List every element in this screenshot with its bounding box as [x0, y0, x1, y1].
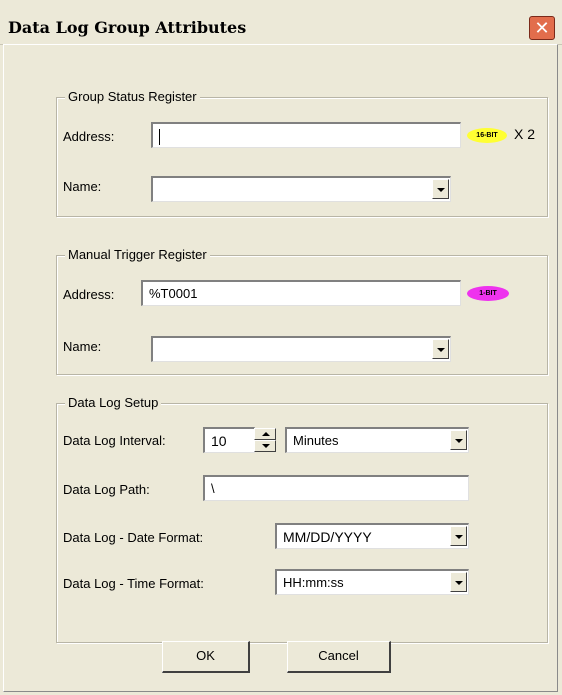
title-bar: Data Log Group Attributes ✕	[0, 0, 562, 45]
manual-trigger-legend: Manual Trigger Register	[65, 247, 210, 262]
manual-trigger-name-label: Name:	[63, 339, 102, 354]
dialog-body: Group Status Register Address: 16-BIT X …	[3, 44, 558, 692]
chevron-down-icon	[455, 581, 463, 585]
group-status-address-label: Address:	[63, 129, 115, 144]
dropdown-button[interactable]	[432, 339, 449, 359]
close-icon: ✕	[534, 18, 550, 38]
date-format-label: Data Log - Date Format:	[63, 530, 204, 545]
1-bit-badge: 1-BIT	[467, 286, 509, 301]
group-status-name-label: Name:	[63, 179, 102, 194]
chevron-down-icon	[437, 348, 445, 352]
group-status-register-groupbox: Group Status Register Address: 16-BIT X …	[56, 89, 548, 217]
interval-label: Data Log Interval:	[63, 433, 166, 448]
dropdown-button[interactable]	[450, 526, 467, 546]
multiplier-label: X 2	[514, 126, 536, 142]
date-format-select[interactable]: MM/DD/YYYY	[275, 523, 469, 549]
ok-button[interactable]: OK	[162, 641, 250, 673]
manual-trigger-register-groupbox: Manual Trigger Register Address: %T0001 …	[56, 247, 548, 375]
group-status-legend: Group Status Register	[65, 89, 200, 104]
path-label: Data Log Path:	[63, 482, 150, 497]
close-button[interactable]: ✕	[529, 16, 555, 40]
dropdown-button[interactable]	[450, 430, 467, 450]
interval-unit-select[interactable]: Minutes	[285, 427, 469, 453]
dropdown-button[interactable]	[432, 179, 449, 199]
spin-down-button[interactable]	[254, 440, 276, 452]
arrow-up-icon	[262, 432, 270, 436]
time-format-select[interactable]: HH:mm:ss	[275, 569, 469, 595]
path-input[interactable]: \	[203, 475, 469, 501]
group-status-address-input[interactable]	[151, 122, 461, 148]
manual-trigger-name-select[interactable]	[151, 336, 451, 362]
interval-spinner[interactable]	[254, 428, 276, 452]
manual-trigger-address-label: Address:	[63, 287, 115, 302]
16-bit-badge: 16-BIT	[467, 128, 507, 143]
interval-input[interactable]: 10	[203, 427, 255, 453]
chevron-down-icon	[437, 188, 445, 192]
spin-up-button[interactable]	[254, 428, 276, 440]
chevron-down-icon	[455, 439, 463, 443]
arrow-down-icon	[262, 444, 270, 448]
chevron-down-icon	[455, 535, 463, 539]
dropdown-button[interactable]	[450, 572, 467, 592]
data-log-setup-legend: Data Log Setup	[65, 395, 162, 410]
manual-trigger-address-input[interactable]: %T0001	[141, 280, 461, 306]
group-status-name-select[interactable]	[151, 176, 451, 202]
cancel-button[interactable]: Cancel	[287, 641, 391, 673]
time-format-label: Data Log - Time Format:	[63, 576, 204, 591]
data-log-setup-groupbox: Data Log Setup Data Log Interval: 10 Min…	[56, 395, 548, 643]
window-title: Data Log Group Attributes	[8, 18, 247, 37]
